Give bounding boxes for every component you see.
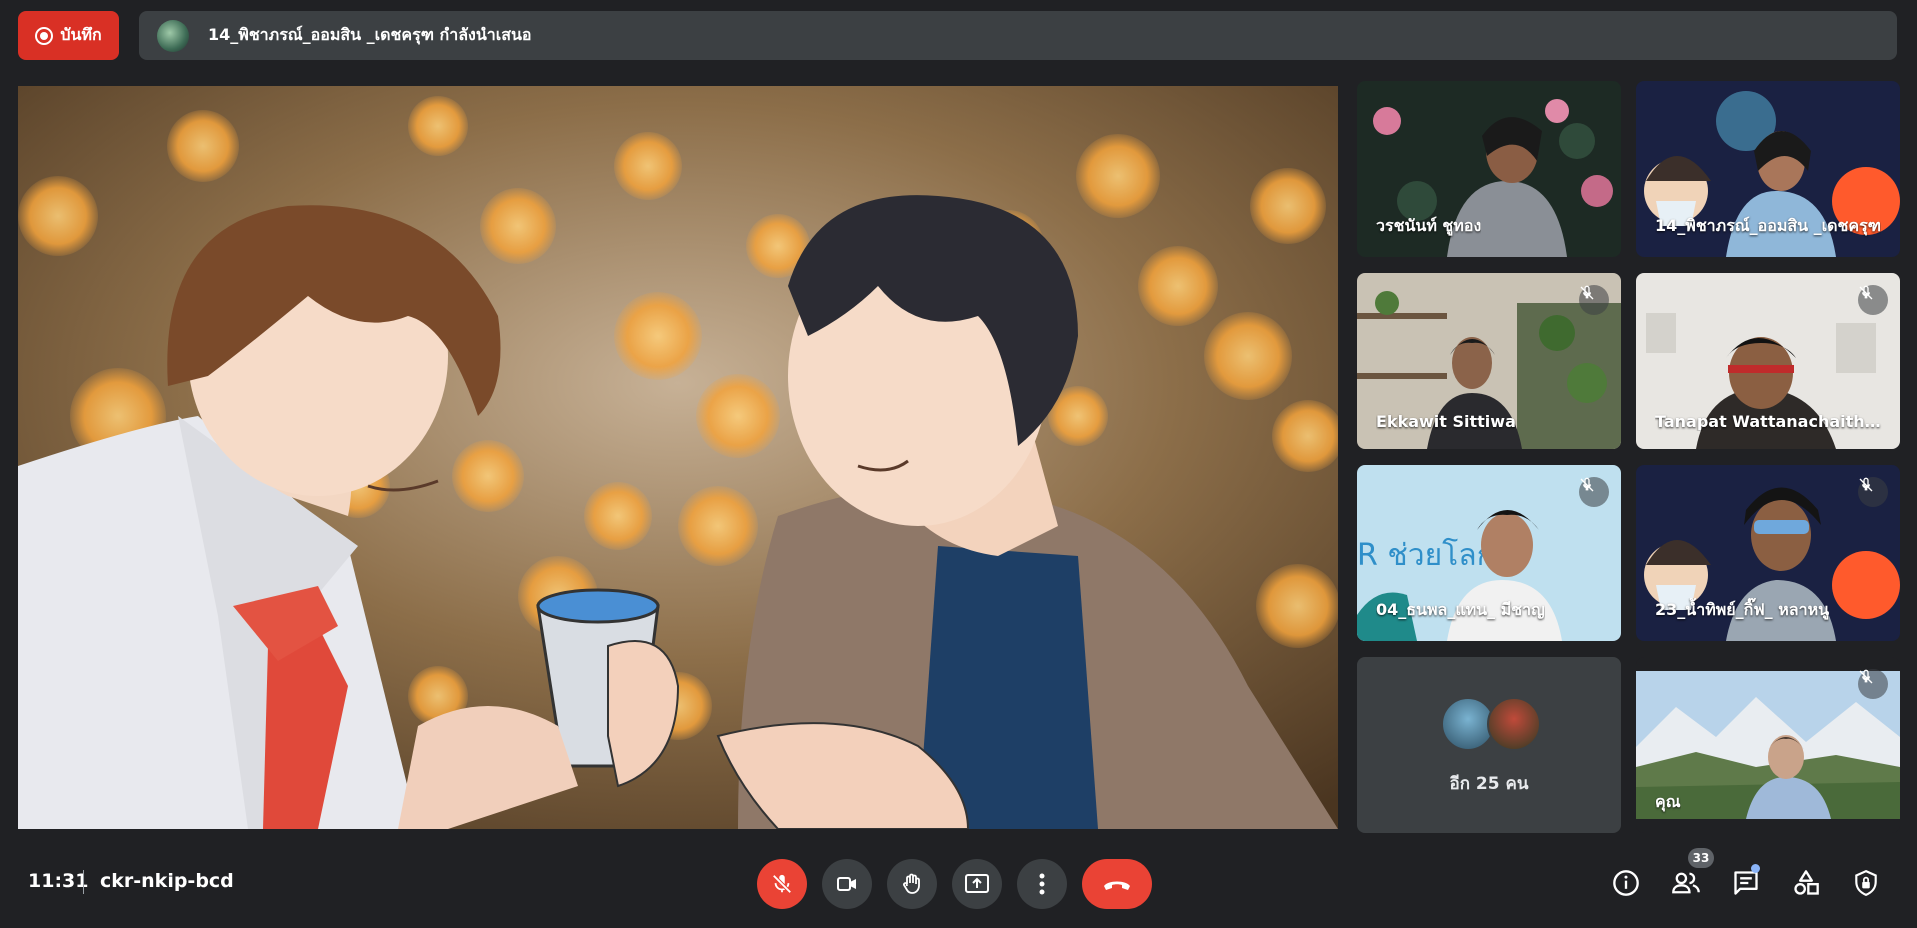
presenter-avatar — [157, 19, 189, 52]
host-controls-icon — [1855, 869, 1877, 897]
presenter-text: 14_พิชาภรณ์_ออมสิน _เดชครุฑ กำลังนำเสนอ — [208, 25, 532, 44]
more-avatars — [1441, 697, 1541, 751]
people-icon — [1672, 872, 1700, 894]
video-camera-icon — [837, 877, 856, 891]
chat-unread-dot — [1751, 864, 1760, 873]
svg-text:R ช่วยโลก: R ช่วยโลก — [1357, 537, 1495, 573]
camera-toggle-button[interactable] — [822, 859, 872, 909]
participant-count-badge: 33 — [1688, 848, 1714, 868]
meeting-code: ckr-nkip-bcd — [100, 870, 234, 892]
participant-tile[interactable]: 23_น้ำทิพย์_กิ๊ฟ_ หลาหนู — [1636, 465, 1900, 641]
participant-tile[interactable]: 14_พิชาภรณ์_ออมสิน _เดชครุฑ — [1636, 81, 1900, 257]
avatar — [1487, 697, 1541, 751]
chat-button[interactable] — [1724, 861, 1768, 905]
mic-off-icon — [1579, 477, 1609, 507]
participant-tile[interactable]: Tanapat Wattanachaitham — [1636, 273, 1900, 449]
host-controls-button[interactable] — [1844, 861, 1888, 905]
record-button[interactable]: บันทึก — [18, 11, 119, 60]
participant-name: 23_น้ำทิพย์_กิ๊ฟ_ หลาหนู — [1655, 600, 1830, 619]
participant-name: วรชนันท์ ชูทอง — [1376, 216, 1482, 235]
meeting-time: 11:31 — [28, 870, 89, 892]
activities-icon — [1794, 870, 1819, 895]
mic-off-icon — [772, 874, 792, 894]
more-participants-tile[interactable]: อีก 25 คน — [1357, 657, 1621, 833]
info-icon — [1613, 870, 1639, 896]
mic-off-icon — [1858, 477, 1888, 507]
mic-off-icon — [1858, 285, 1888, 315]
participant-tile[interactable]: R ช่วยโลก 04_ธนพล_แทน_ มีชาญ — [1357, 465, 1621, 641]
phone-hangup-icon — [1104, 881, 1130, 890]
participant-tile[interactable]: วรชนันท์ ชูทอง — [1357, 81, 1621, 257]
activities-button[interactable] — [1784, 861, 1828, 905]
meeting-details-button[interactable] — [1604, 861, 1648, 905]
participant-tile[interactable]: Ekkawit Sittiwa — [1357, 273, 1621, 449]
mic-toggle-button[interactable] — [757, 859, 807, 909]
participant-name: คุณ — [1655, 792, 1681, 811]
presentation-screen — [18, 86, 1338, 829]
hand-icon — [903, 873, 920, 894]
presentation-illustration — [18, 86, 1338, 829]
more-options-button[interactable] — [1017, 859, 1067, 909]
more-vert-icon — [1039, 873, 1045, 895]
leave-call-button[interactable] — [1082, 859, 1152, 909]
presenter-bar[interactable]: 14_พิชาภรณ์_ออมสิน _เดชครุฑ กำลังนำเสนอ — [139, 11, 1897, 60]
more-participants-label: อีก 25 คน — [1449, 774, 1529, 794]
record-icon — [35, 26, 54, 45]
present-screen-icon — [965, 874, 989, 893]
raise-hand-button[interactable] — [887, 859, 937, 909]
participant-name: Tanapat Wattanachaitham — [1655, 412, 1885, 431]
chat-icon — [1734, 871, 1758, 895]
participant-name: 04_ธนพล_แทน_ มีชาญ — [1376, 600, 1545, 619]
mic-off-icon — [1858, 669, 1888, 699]
mic-off-icon — [1579, 285, 1609, 315]
participant-tile-self[interactable]: คุณ — [1636, 657, 1900, 833]
record-label: บันทึก — [60, 25, 102, 44]
participant-name: 14_พิชาภรณ์_ออมสิน _เดชครุฑ — [1655, 216, 1881, 235]
bottom-toolbar: 11:31 ckr-nkip-bcd 33 — [0, 848, 1917, 928]
present-screen-button[interactable] — [952, 859, 1002, 909]
participant-name: Ekkawit Sittiwa — [1376, 412, 1516, 431]
divider — [83, 870, 84, 894]
